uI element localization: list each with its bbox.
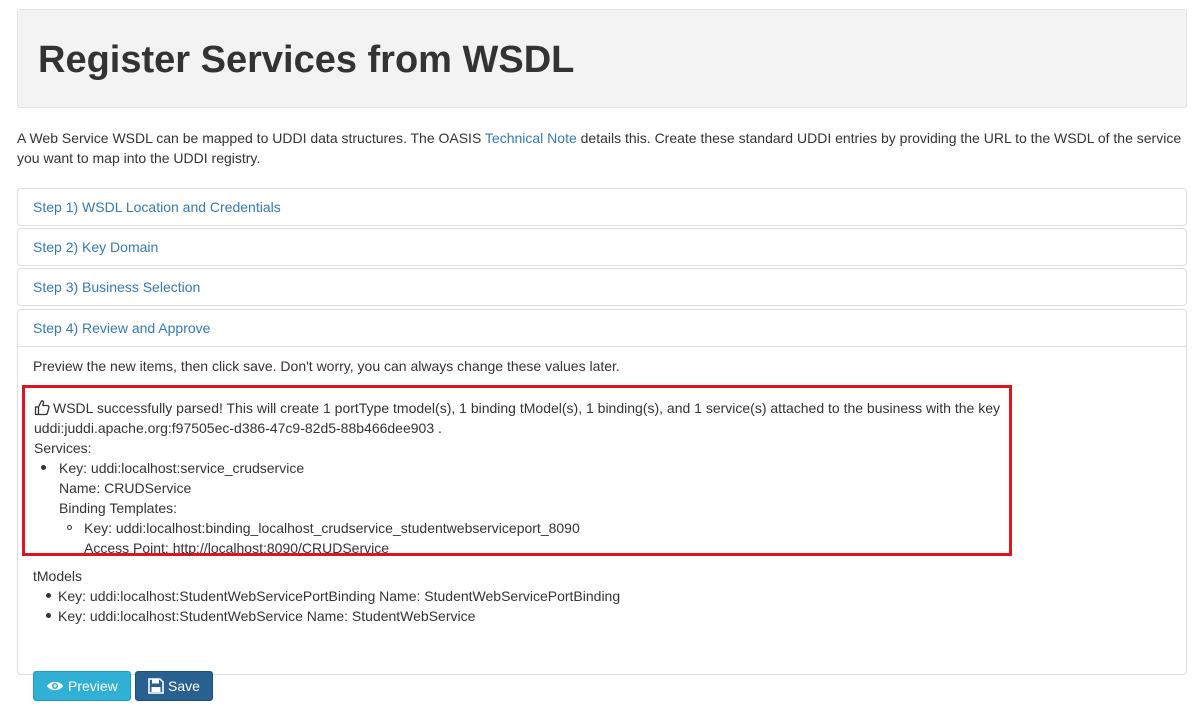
tmodel-item: Key: uddi:localhost:StudentWebService Na… [58, 608, 476, 624]
parse-result-alert: WSDL successfully parsed! This will crea… [22, 385, 1012, 556]
list-bullet [46, 613, 51, 618]
preview-button[interactable]: Preview [33, 671, 131, 701]
services-label: Services: [34, 440, 92, 456]
tmodels-label: tModels [33, 568, 83, 584]
access-point: Access Point: http://localhost:8090/CRUD… [84, 540, 390, 556]
eye-icon [46, 680, 68, 692]
step-4-link[interactable]: Step 4) Review and Approve [33, 320, 210, 336]
step-3-panel: Step 3) Business Selection [17, 268, 1187, 306]
binding-key: Key: uddi:localhost:binding_localhost_cr… [84, 520, 580, 536]
step-2-panel: Step 2) Key Domain [17, 228, 1187, 266]
step-1-panel: Step 1) WSDL Location and Credentials [17, 188, 1187, 226]
step-3-link[interactable]: Step 3) Business Selection [33, 279, 200, 295]
list-bullet [67, 525, 72, 530]
intro-text: A Web Service WSDL can be mapped to UDDI… [17, 130, 1182, 166]
step-4-panel: Step 4) Review and Approve Preview the n… [17, 309, 1187, 701]
service-key: Key: uddi:localhost:service_crudservice [59, 460, 305, 476]
save-button[interactable]: Save [135, 671, 213, 701]
tmodel-item: Key: uddi:localhost:StudentWebServicePor… [58, 588, 621, 604]
page-title: Register Services from WSDL [38, 39, 575, 81]
preview-instructions: Preview the new items, then click save. … [33, 358, 620, 374]
floppy-disk-icon [148, 678, 168, 694]
technical-note-link[interactable]: Technical Note [485, 130, 577, 146]
service-name: Name: CRUDService [59, 480, 192, 496]
list-bullet [41, 465, 46, 470]
step-2-link[interactable]: Step 2) Key Domain [33, 239, 158, 255]
step-1-link[interactable]: Step 1) WSDL Location and Credentials [33, 199, 281, 215]
list-bullet [46, 593, 51, 598]
binding-templates-label: Binding Templates: [59, 500, 178, 516]
business-key: uddi:juddi.apache.org:f97505ec-d386-47c9… [34, 420, 442, 436]
page-header: Register Services from WSDL [17, 9, 1187, 108]
